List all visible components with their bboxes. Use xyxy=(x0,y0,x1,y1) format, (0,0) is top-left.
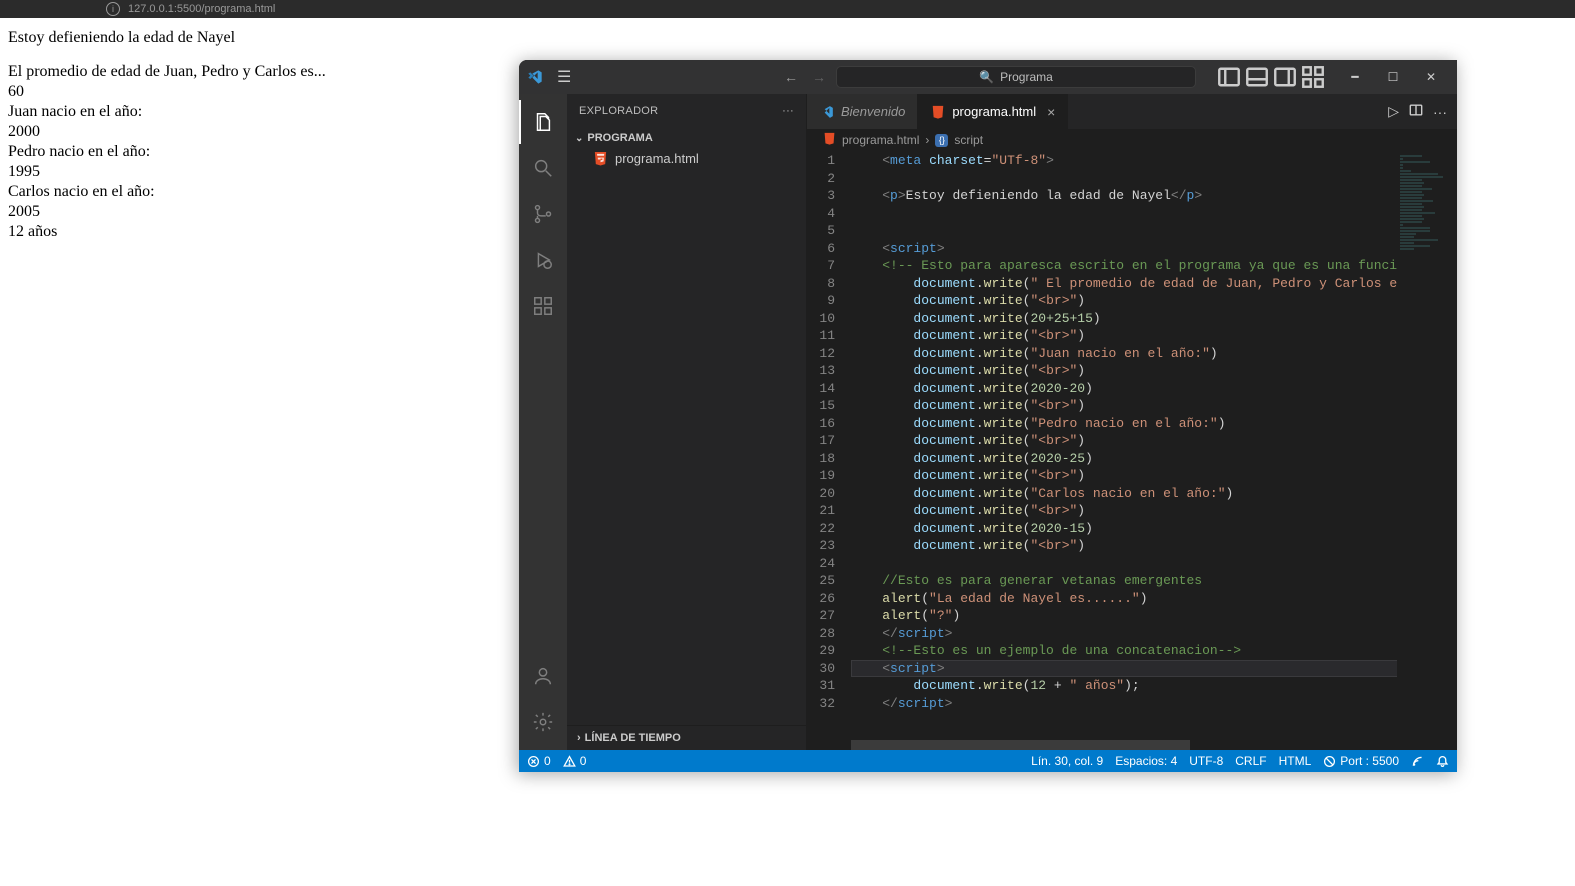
breadcrumb-file: programa.html xyxy=(842,133,919,147)
explorer-title: EXPLORADOR xyxy=(579,105,658,117)
customize-layout-icon[interactable] xyxy=(1301,66,1325,88)
command-center-search[interactable]: 🔍 Programa xyxy=(836,66,1196,88)
chevron-right-icon: › xyxy=(925,133,929,147)
activity-settings-button[interactable] xyxy=(519,700,567,744)
toggle-primary-sidebar-icon[interactable] xyxy=(1217,66,1241,88)
window-maximize-button[interactable]: ☐ xyxy=(1375,64,1411,90)
status-language[interactable]: HTML xyxy=(1279,754,1312,768)
nav-forward-button[interactable]: → xyxy=(808,67,830,87)
titlebar: ☰ ← → 🔍 Programa ━ ☐ ✕ xyxy=(519,60,1457,94)
page-paragraph: Estoy defieniendo la edad de Nayel xyxy=(8,28,1567,48)
status-indentation[interactable]: Espacios: 4 xyxy=(1115,754,1177,768)
activity-run-debug-button[interactable] xyxy=(519,238,567,282)
horizontal-scrollbar[interactable] xyxy=(851,740,1397,750)
line-number-gutter: 1234567891011121314151617181920212223242… xyxy=(807,151,851,740)
window-minimize-button[interactable]: ━ xyxy=(1337,64,1373,90)
timeline-section[interactable]: › LÍNEA DE TIEMPO xyxy=(567,725,806,750)
browser-url: 127.0.0.1:5500/programa.html xyxy=(128,3,275,15)
activity-explorer-button[interactable] xyxy=(519,100,567,144)
html-file-icon xyxy=(930,104,945,119)
vscode-window: ☰ ← → 🔍 Programa ━ ☐ ✕ xyxy=(519,60,1457,772)
info-icon: i xyxy=(106,2,120,16)
tab-welcome-label: Bienvenido xyxy=(841,104,905,119)
activity-accounts-button[interactable] xyxy=(519,654,567,698)
explorer-sidebar: EXPLORADOR ··· ⌄ PROGRAMA programa.html … xyxy=(567,94,807,750)
chevron-down-icon: ⌄ xyxy=(575,133,583,144)
browser-chrome-bar: i 127.0.0.1:5500/programa.html xyxy=(0,0,1575,18)
tab-welcome[interactable]: Bienvenido xyxy=(807,94,918,129)
scrollbar-thumb[interactable] xyxy=(851,740,1190,750)
status-eol[interactable]: CRLF xyxy=(1235,754,1266,768)
status-notifications-icon[interactable] xyxy=(1436,755,1449,768)
activity-extensions-button[interactable] xyxy=(519,284,567,328)
run-file-button[interactable]: ▷ xyxy=(1388,103,1399,120)
explorer-file-name: programa.html xyxy=(615,151,699,166)
breadcrumb-node: script xyxy=(954,133,983,147)
editor-tabs: Bienvenido programa.html × ▷ ··· xyxy=(807,94,1457,129)
status-cursor-position[interactable]: Lín. 30, col. 9 xyxy=(1031,754,1103,768)
status-warnings[interactable]: 0 xyxy=(563,754,587,768)
window-close-button[interactable]: ✕ xyxy=(1413,64,1449,90)
html-file-icon xyxy=(593,151,608,166)
explorer-more-button[interactable]: ··· xyxy=(782,105,794,117)
toggle-panel-icon[interactable] xyxy=(1245,66,1269,88)
vscode-logo-icon xyxy=(819,104,834,119)
toggle-secondary-sidebar-icon[interactable] xyxy=(1273,66,1297,88)
explorer-folder-name: PROGRAMA xyxy=(587,132,652,144)
search-icon: 🔍 xyxy=(979,70,994,84)
editor-more-button[interactable]: ··· xyxy=(1433,104,1447,120)
split-editor-button[interactable] xyxy=(1409,103,1423,120)
status-bar: 0 0 Lín. 30, col. 9 Espacios: 4 UTF-8 CR… xyxy=(519,750,1457,772)
tab-programa-label: programa.html xyxy=(952,104,1036,119)
nav-back-button[interactable]: ← xyxy=(780,67,802,87)
code-editor[interactable]: 1234567891011121314151617181920212223242… xyxy=(807,151,1457,740)
search-placeholder-text: Programa xyxy=(1000,70,1053,84)
minimap[interactable] xyxy=(1397,151,1457,740)
vscode-logo-icon xyxy=(527,69,543,85)
timeline-label: LÍNEA DE TIEMPO xyxy=(585,732,681,744)
hamburger-menu-icon[interactable]: ☰ xyxy=(557,67,571,87)
editor-area: Bienvenido programa.html × ▷ ··· program… xyxy=(807,94,1457,750)
symbol-script-icon: {} xyxy=(935,134,948,147)
status-encoding[interactable]: UTF-8 xyxy=(1189,754,1223,768)
explorer-file-item[interactable]: programa.html xyxy=(567,148,806,169)
chevron-right-icon: › xyxy=(577,732,581,744)
activity-search-button[interactable] xyxy=(519,146,567,190)
explorer-folder-header[interactable]: ⌄ PROGRAMA xyxy=(567,128,806,148)
activity-source-control-button[interactable] xyxy=(519,192,567,236)
status-live-server-port[interactable]: Port : 5500 xyxy=(1323,754,1399,768)
code-content[interactable]: <meta charset="UTf-8"> <p>Estoy defienie… xyxy=(851,151,1457,740)
breadcrumb[interactable]: programa.html › {} script xyxy=(807,129,1457,151)
activity-bar xyxy=(519,94,567,750)
status-errors[interactable]: 0 xyxy=(527,754,551,768)
status-broadcast-icon[interactable] xyxy=(1411,755,1424,768)
html-file-icon xyxy=(823,132,836,148)
tab-programa[interactable]: programa.html × xyxy=(918,94,1068,129)
tab-close-button[interactable]: × xyxy=(1047,104,1055,120)
